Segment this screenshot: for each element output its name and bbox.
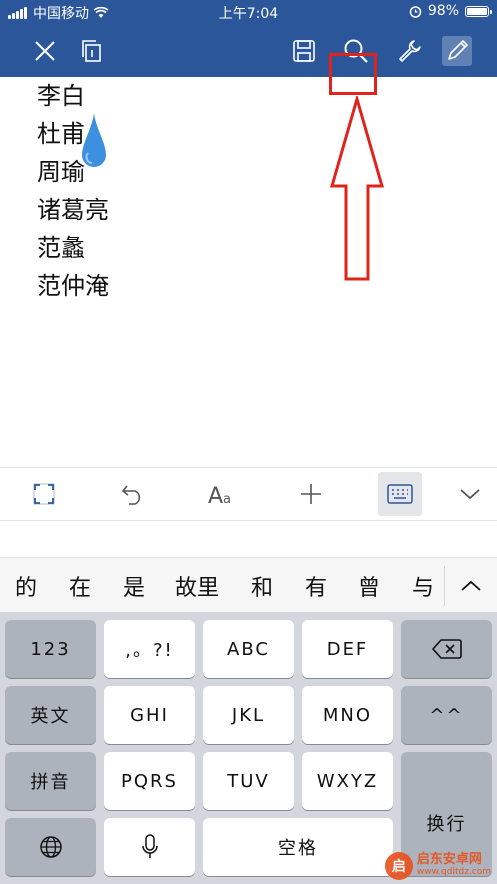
chevron-down-icon (460, 489, 480, 500)
microphone-icon (141, 834, 158, 858)
candidate-word[interactable]: 与 (412, 570, 434, 602)
key-jkl[interactable]: JKL (203, 686, 294, 744)
pages-icon (82, 39, 101, 62)
word-toolbar (0, 24, 497, 95)
format-toolbar: Aa (0, 467, 497, 521)
close-button[interactable] (23, 24, 67, 77)
fullscreen-icon (33, 483, 55, 505)
doc-line: 杜甫 (37, 120, 85, 148)
wrench-icon (399, 39, 421, 62)
font-format-button[interactable]: Aa (200, 472, 244, 516)
microphone-key[interactable] (104, 818, 195, 876)
fullscreen-button[interactable] (22, 472, 66, 516)
key-123[interactable]: 123 (5, 620, 96, 678)
chevron-up-icon (461, 580, 481, 591)
key-tuv[interactable]: TUV (203, 752, 294, 810)
candidate-word[interactable]: 曾 (358, 570, 380, 602)
ime-keyboard: 123 ,。?! ABC DEF 英文 GHI JKL MNO ^^ 拼音 PQ… (0, 612, 497, 884)
document-body[interactable]: 李白 杜甫 周瑜 诸葛亮 范蠡 范仲淹 (0, 77, 497, 467)
key-mno[interactable]: MNO (302, 686, 393, 744)
insert-button[interactable] (289, 472, 333, 516)
candidate-bar: 的 在 是 故里 和 有 曾 与 (0, 558, 497, 612)
watermark-logo: 启 (384, 852, 413, 880)
backspace-key[interactable] (401, 620, 492, 678)
watermark: 启 启东安卓网 www.qdltdz.com (384, 852, 491, 880)
svg-text:A: A (208, 484, 223, 506)
undo-button[interactable] (111, 472, 155, 516)
plus-icon (301, 484, 321, 504)
battery-icon (465, 5, 492, 17)
candidate-word[interactable]: 是 (123, 570, 145, 602)
backspace-icon (431, 639, 462, 659)
keyboard-icon (387, 484, 413, 504)
globe-key[interactable] (5, 818, 96, 876)
save-icon (293, 39, 315, 62)
key-def[interactable]: DEF (302, 620, 393, 678)
cursor-drop-handle[interactable] (82, 113, 106, 169)
watermark-url: www.qdltdz.com (416, 867, 491, 877)
candidate-word[interactable]: 和 (251, 570, 273, 602)
key-wxyz[interactable]: WXYZ (302, 752, 393, 810)
edit-button[interactable] (435, 24, 479, 77)
close-icon (35, 40, 55, 61)
key-punctuation[interactable]: ,。?! (104, 620, 195, 678)
tools-button[interactable] (388, 24, 432, 77)
annotation-arrow (330, 96, 384, 281)
candidate-word[interactable]: 故里 (175, 570, 219, 602)
key-ghi[interactable]: GHI (104, 686, 195, 744)
key-abc[interactable]: ABC (203, 620, 294, 678)
doc-line: 范蠡 (37, 234, 85, 262)
keyboard-toggle-button[interactable] (378, 472, 422, 516)
key-pqrs[interactable]: PQRS (104, 752, 195, 810)
doc-line: 诸葛亮 (37, 196, 109, 224)
battery-percent: 98% (427, 3, 459, 19)
space-key[interactable]: 空格 (203, 818, 393, 876)
alarm-icon (409, 5, 422, 18)
input-preview-strip (0, 521, 497, 558)
doc-line: 周瑜 (37, 158, 85, 186)
globe-icon (39, 836, 62, 858)
save-button[interactable] (282, 24, 326, 77)
key-english[interactable]: 英文 (5, 686, 96, 744)
battery-area: 98% (409, 3, 492, 19)
pencil-icon (442, 35, 472, 66)
doc-line: 范仲淹 (37, 272, 109, 300)
key-pinyin[interactable]: 拼音 (5, 752, 96, 810)
pages-button[interactable] (70, 24, 114, 77)
expand-candidates-button[interactable] (444, 566, 497, 606)
collapse-keyboard-button[interactable] (448, 472, 492, 516)
key-tone[interactable]: ^^ (401, 686, 492, 744)
font-format-icon: Aa (208, 484, 231, 506)
svg-text:a: a (223, 492, 231, 506)
status-bar: 中国移动 上午7:04 98% (0, 0, 497, 24)
candidate-word[interactable]: 有 (305, 570, 327, 602)
undo-icon (121, 485, 141, 505)
watermark-title: 启东安卓网 (416, 852, 482, 867)
candidate-word[interactable]: 的 (15, 570, 37, 602)
candidate-word[interactable]: 在 (69, 570, 91, 602)
doc-line: 李白 (37, 82, 85, 110)
